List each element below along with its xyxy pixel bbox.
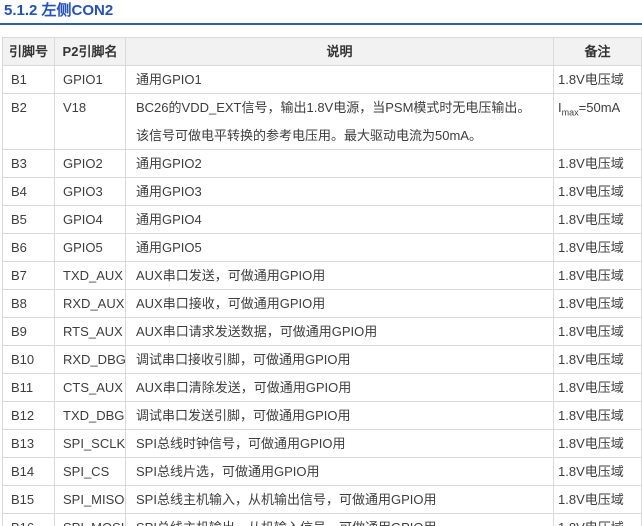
pin-definition-table: 引脚号 P2引脚名 说明 备注 B1 GPIO1 通用GPIO1 1.8V电压域… — [2, 37, 642, 526]
remark-cell: 1.8V电压域 — [553, 401, 642, 430]
remark-subscript: max — [561, 107, 579, 118]
remark-cell: 1.8V电压域 — [553, 261, 642, 290]
name-cell: GPIO2 — [54, 149, 126, 178]
table-row: B5 GPIO4 通用GPIO4 1.8V电压域 — [2, 205, 642, 234]
remark-cell: 1.8V电压域 — [553, 429, 642, 458]
name-cell: V18 — [54, 93, 126, 150]
pin-cell: B2 — [2, 93, 55, 150]
table-row: B1 GPIO1 通用GPIO1 1.8V电压域 — [2, 65, 642, 94]
name-cell: TXD_AUX — [54, 261, 126, 290]
remark-value: =50mA — [578, 100, 621, 115]
desc-line-1: BC26的VDD_EXT信号，输出1.8V电源，当PSM模式时无电压输出。 — [136, 100, 531, 115]
table-row: B13 SPI_SCLK SPI总线时钟信号，可做通用GPIO用 1.8V电压域 — [2, 429, 642, 458]
section-title: 5.1.2 左侧CON2 — [0, 0, 642, 25]
pin-cell: B5 — [2, 205, 55, 234]
table-header-row: 引脚号 P2引脚名 说明 备注 — [2, 37, 642, 66]
table-row: B12 TXD_DBG 调试串口发送引脚，可做通用GPIO用 1.8V电压域 — [2, 401, 642, 430]
table-row: B16 SPI_MOSI SPI总线主机输出，从机输入信号，可做通用GPIO用 … — [2, 513, 642, 526]
remark-cell: 1.8V电压域 — [553, 513, 642, 526]
desc-cell: SPI总线主机输出，从机输入信号，可做通用GPIO用 — [125, 513, 554, 526]
table-row: B7 TXD_AUX AUX串口发送，可做通用GPIO用 1.8V电压域 — [2, 261, 642, 290]
remark-cell: 1.8V电压域 — [553, 457, 642, 486]
name-cell: RXD_DBG — [54, 345, 126, 374]
remark-cell: 1.8V电压域 — [553, 233, 642, 262]
remark-cell: 1.8V电压域 — [553, 289, 642, 318]
remark-cell: 1.8V电压域 — [553, 65, 642, 94]
pin-cell: B9 — [2, 317, 55, 346]
pin-cell: B13 — [2, 429, 55, 458]
table-row: B11 CTS_AUX AUX串口清除发送，可做通用GPIO用 1.8V电压域 — [2, 373, 642, 402]
desc-cell: 调试串口接收引脚，可做通用GPIO用 — [125, 345, 554, 374]
table-row: B4 GPIO3 通用GPIO3 1.8V电压域 — [2, 177, 642, 206]
desc-cell: AUX串口请求发送数据，可做通用GPIO用 — [125, 317, 554, 346]
pin-cell: B12 — [2, 401, 55, 430]
pin-cell: B8 — [2, 289, 55, 318]
name-cell: SPI_MISO — [54, 485, 126, 514]
name-cell: SPI_MOSI — [54, 513, 126, 526]
table-row: B15 SPI_MISO SPI总线主机输入，从机输出信号，可做通用GPIO用 … — [2, 485, 642, 514]
name-cell: RXD_AUX — [54, 289, 126, 318]
desc-cell: 通用GPIO2 — [125, 149, 554, 178]
name-cell: CTS_AUX — [54, 373, 126, 402]
remark-cell: 1.8V电压域 — [553, 317, 642, 346]
header-pin-name: P2引脚名 — [54, 37, 126, 66]
desc-cell: 调试串口发送引脚，可做通用GPIO用 — [125, 401, 554, 430]
name-cell: GPIO1 — [54, 65, 126, 94]
name-cell: GPIO5 — [54, 233, 126, 262]
table-row: B6 GPIO5 通用GPIO5 1.8V电压域 — [2, 233, 642, 262]
remark-cell: 1.8V电压域 — [553, 373, 642, 402]
desc-cell: AUX串口发送，可做通用GPIO用 — [125, 261, 554, 290]
desc-cell: SPI总线时钟信号，可做通用GPIO用 — [125, 429, 554, 458]
pin-cell: B4 — [2, 177, 55, 206]
pin-cell: B16 — [2, 513, 55, 526]
desc-cell: 通用GPIO5 — [125, 233, 554, 262]
desc-cell: 通用GPIO3 — [125, 177, 554, 206]
remark-cell: 1.8V电压域 — [553, 205, 642, 234]
remark-cell: 1.8V电压域 — [553, 345, 642, 374]
desc-cell: SPI总线主机输入，从机输出信号，可做通用GPIO用 — [125, 485, 554, 514]
desc-cell: AUX串口清除发送，可做通用GPIO用 — [125, 373, 554, 402]
name-cell: TXD_DBG — [54, 401, 126, 430]
pin-cell: B11 — [2, 373, 55, 402]
table-row: B8 RXD_AUX AUX串口接收，可做通用GPIO用 1.8V电压域 — [2, 289, 642, 318]
header-remark: 备注 — [553, 37, 642, 66]
name-cell: SPI_SCLK — [54, 429, 126, 458]
remark-cell: 1.8V电压域 — [553, 149, 642, 178]
pin-cell: B10 — [2, 345, 55, 374]
table-row: B10 RXD_DBG 调试串口接收引脚，可做通用GPIO用 1.8V电压域 — [2, 345, 642, 374]
desc-cell: SPI总线片选，可做通用GPIO用 — [125, 457, 554, 486]
remark-cell: Imax=50mA — [553, 93, 642, 150]
remark-cell: 1.8V电压域 — [553, 485, 642, 514]
pin-cell: B1 — [2, 65, 55, 94]
name-cell: GPIO3 — [54, 177, 126, 206]
name-cell: RTS_AUX — [54, 317, 126, 346]
header-description: 说明 — [125, 37, 554, 66]
pin-cell: B6 — [2, 233, 55, 262]
desc-cell: BC26的VDD_EXT信号，输出1.8V电源，当PSM模式时无电压输出。 该信… — [125, 93, 554, 150]
desc-cell: AUX串口接收，可做通用GPIO用 — [125, 289, 554, 318]
table-row: B14 SPI_CS SPI总线片选，可做通用GPIO用 1.8V电压域 — [2, 457, 642, 486]
header-pin-number: 引脚号 — [2, 37, 55, 66]
desc-cell: 通用GPIO4 — [125, 205, 554, 234]
pin-cell: B14 — [2, 457, 55, 486]
desc-line-2: 该信号可做电平转换的参考电压用。最大驱动电流为50mA。 — [136, 128, 482, 143]
name-cell: GPIO4 — [54, 205, 126, 234]
table-row: B2 V18 BC26的VDD_EXT信号，输出1.8V电源，当PSM模式时无电… — [2, 93, 642, 150]
desc-cell: 通用GPIO1 — [125, 65, 554, 94]
remark-cell: 1.8V电压域 — [553, 177, 642, 206]
pin-cell: B7 — [2, 261, 55, 290]
table-row: B3 GPIO2 通用GPIO2 1.8V电压域 — [2, 149, 642, 178]
name-cell: SPI_CS — [54, 457, 126, 486]
pin-cell: B15 — [2, 485, 55, 514]
table-row: B9 RTS_AUX AUX串口请求发送数据，可做通用GPIO用 1.8V电压域 — [2, 317, 642, 346]
pin-cell: B3 — [2, 149, 55, 178]
